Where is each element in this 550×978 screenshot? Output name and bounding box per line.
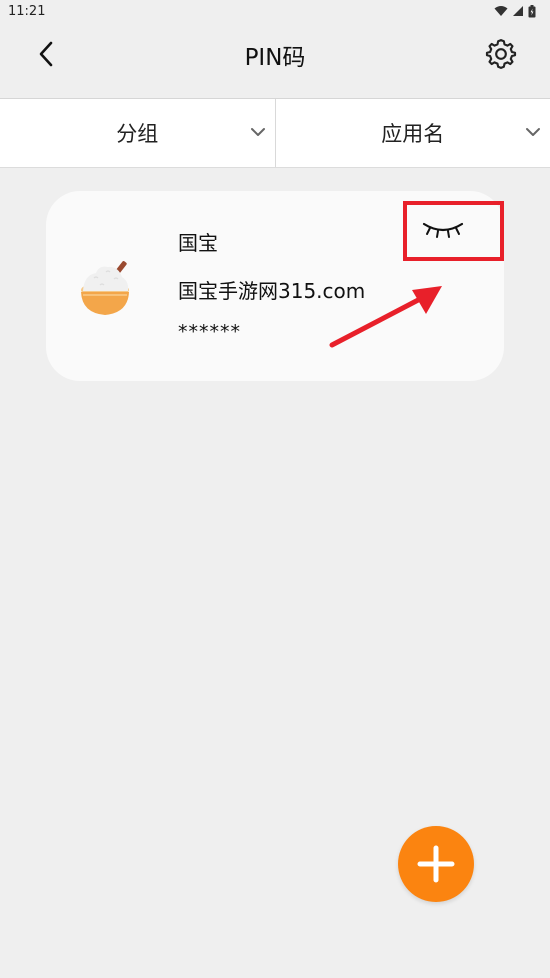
group-filter-label: 分组 — [116, 122, 159, 146]
plus-icon — [417, 845, 455, 883]
page-title: PIN码 — [244, 45, 306, 71]
filter-bar: 分组 应用名 — [0, 98, 550, 168]
status-time: 11:21 — [8, 3, 46, 19]
status-icons — [494, 4, 536, 18]
annotation-arrow-icon — [329, 286, 442, 348]
chevron-down-icon — [526, 128, 540, 136]
annotation-highlight-box — [403, 201, 504, 261]
group-filter-dropdown[interactable]: 分组 — [0, 99, 275, 167]
app-name-filter-dropdown[interactable]: 应用名 — [274, 99, 550, 167]
status-bar: 11:21 — [0, 0, 550, 22]
gear-icon — [485, 39, 517, 69]
wifi-icon — [494, 6, 508, 16]
app-bar: PIN码 — [0, 22, 550, 98]
signal-icon — [513, 6, 523, 16]
chevron-down-icon — [250, 128, 265, 136]
entry-pin-masked: ****** — [178, 321, 241, 343]
entry-name: 国宝 — [178, 231, 218, 255]
app-name-filter-label: 应用名 — [381, 122, 445, 146]
rice-bowl-icon — [81, 261, 129, 315]
battery-icon — [528, 4, 536, 17]
settings-button[interactable] — [482, 35, 520, 73]
add-entry-button[interactable] — [398, 826, 474, 902]
